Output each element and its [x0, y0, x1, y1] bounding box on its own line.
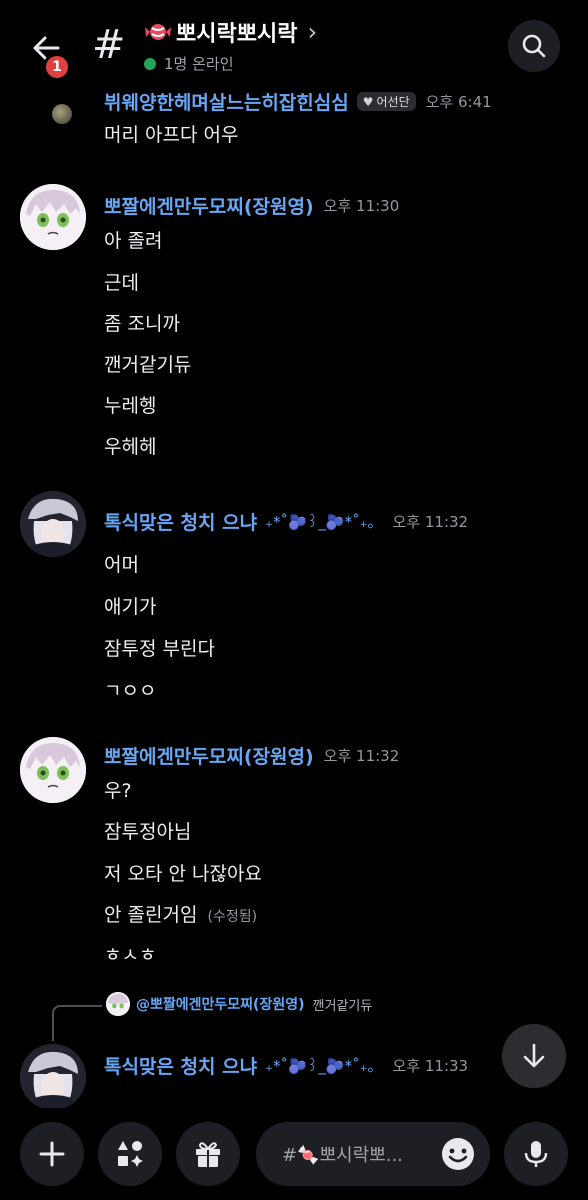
message-header: 톡식맞은 청치 으냐 ₊*˚🫐꒱_🫐*˚₊。 오후 11:33 — [104, 1052, 468, 1079]
channel-header: 1 # 뽀시락뽀시락 › 1명 온라인 — [0, 0, 588, 90]
microphone-icon — [524, 1141, 548, 1167]
anime-avatar-icon — [20, 491, 86, 557]
message-text[interactable]: 깬거같기듀 — [104, 350, 191, 377]
chevron-right-icon: › — [307, 18, 318, 46]
message-text[interactable]: 머리 아프다 어우 — [104, 120, 238, 147]
message-text[interactable]: 잠투정아님 — [104, 817, 191, 844]
anime-avatar-icon — [20, 184, 86, 250]
heart-icon: ♥ — [362, 94, 374, 109]
voice-message-button[interactable] — [504, 1122, 568, 1186]
timestamp: 오후 11:32 — [392, 513, 469, 531]
reply-username: @뽀짤에겐만두모찌(장원영) — [136, 997, 305, 1013]
anime-avatar-icon — [106, 992, 130, 1016]
search-icon — [522, 34, 546, 58]
message-text[interactable]: 저 오타 안 나잖아요 — [104, 859, 262, 886]
online-dot — [144, 57, 156, 70]
message-text[interactable]: 안 졸린거임 (수정됨) — [104, 900, 257, 927]
edited-label: (수정됨) — [207, 909, 258, 925]
message-list[interactable]: 뷔웨양한헤며살느는히잡힌심심 ♥ 어선단 오후 6:41 머리 아프다 어우 뽀… — [0, 86, 588, 1108]
jump-to-latest-button[interactable] — [502, 1024, 566, 1088]
message-text[interactable]: 아 졸려 — [104, 226, 162, 253]
channel-title[interactable]: 뽀시락뽀시락 › — [144, 16, 317, 48]
timestamp: 오후 6:41 — [425, 93, 492, 111]
name-decoration: ₊*˚🫐꒱_🫐*˚₊。 — [265, 513, 383, 531]
name-decoration: ₊*˚🫐꒱_🫐*˚₊。 — [265, 1057, 383, 1075]
online-count-text: 1명 온라인 — [164, 55, 234, 73]
message-text[interactable]: 근데 — [104, 268, 139, 295]
message-header: 톡식맞은 청치 으냐 ₊*˚🫐꒱_🫐*˚₊。 오후 11:32 — [104, 508, 468, 535]
message-text[interactable]: ㄱㅇㅇ — [104, 676, 156, 703]
arrow-down-icon — [523, 1043, 545, 1068]
message-text[interactable]: 어머 — [104, 550, 139, 577]
message-text[interactable]: 잠투정 부린다 — [104, 634, 215, 661]
avatar[interactable] — [52, 104, 72, 124]
plus-icon — [39, 1141, 65, 1167]
username[interactable]: 톡식맞은 청치 으냐 — [104, 1052, 257, 1079]
avatar[interactable] — [20, 1044, 86, 1108]
smiley-icon — [442, 1138, 474, 1170]
message-input[interactable]: #🍬뽀시락뽀... — [256, 1122, 490, 1186]
username[interactable]: 뷔웨양한헤며살느는히잡힌심심 — [104, 88, 349, 115]
message-text[interactable]: ㅎㅅㅎ — [104, 940, 156, 967]
hash-icon: # — [92, 22, 126, 68]
message-header: 뽀짤에겐만두모찌(장원영) 오후 11:30 — [104, 192, 399, 219]
avatar[interactable] — [20, 491, 86, 557]
timestamp: 오후 11:33 — [392, 1057, 469, 1075]
emoji-button[interactable] — [440, 1136, 476, 1172]
message-text[interactable]: 우헤헤 — [104, 432, 156, 459]
composer-bar: #🍬뽀시락뽀... — [0, 1108, 588, 1200]
search-button[interactable] — [508, 20, 560, 72]
avatar[interactable] — [20, 737, 86, 803]
apps-button[interactable] — [98, 1122, 162, 1186]
message-text[interactable]: 우? — [104, 776, 132, 803]
unread-badge: 1 — [43, 53, 71, 81]
gift-icon — [196, 1142, 220, 1167]
online-status: 1명 온라인 — [144, 53, 234, 74]
channel-name: 뽀시락뽀시락 — [176, 22, 298, 47]
username[interactable]: 톡식맞은 청치 으냐 — [104, 508, 257, 535]
reply-avatar — [106, 992, 130, 1016]
gift-button[interactable] — [176, 1122, 240, 1186]
timestamp: 오후 11:30 — [323, 197, 400, 215]
anime-avatar-icon — [20, 1044, 86, 1108]
message-input-placeholder: #🍬뽀시락뽀... — [282, 1145, 403, 1166]
message-header: 뽀짤에겐만두모찌(장원영) 오후 11:32 — [104, 742, 399, 769]
message-text[interactable]: 좀 조니까 — [104, 309, 180, 336]
message-text[interactable]: 애기가 — [104, 592, 156, 619]
anime-avatar-icon — [20, 737, 86, 803]
username[interactable]: 뽀짤에겐만두모찌(장원영) — [104, 742, 314, 769]
apps-icon — [118, 1141, 143, 1167]
avatar[interactable] — [20, 184, 86, 250]
server-tag-label: 어선단 — [376, 95, 410, 109]
server-tag[interactable]: ♥ 어선단 — [356, 92, 416, 111]
reply-text: 깬거같기듀 — [312, 998, 373, 1014]
message-text[interactable]: 누레헹 — [104, 391, 156, 418]
add-attachment-button[interactable] — [20, 1122, 84, 1186]
timestamp: 오후 11:32 — [323, 747, 400, 765]
candy-icon — [145, 24, 171, 40]
reply-reference[interactable]: @뽀짤에겐만두모찌(장원영) 깬거같기듀 — [106, 992, 372, 1016]
message-header: 뷔웨양한헤며살느는히잡힌심심 ♥ 어선단 오후 6:41 — [104, 88, 492, 115]
reply-connector — [52, 1005, 102, 1041]
message-text-content: 안 졸린거임 — [104, 904, 198, 926]
username[interactable]: 뽀짤에겐만두모찌(장원영) — [104, 192, 314, 219]
